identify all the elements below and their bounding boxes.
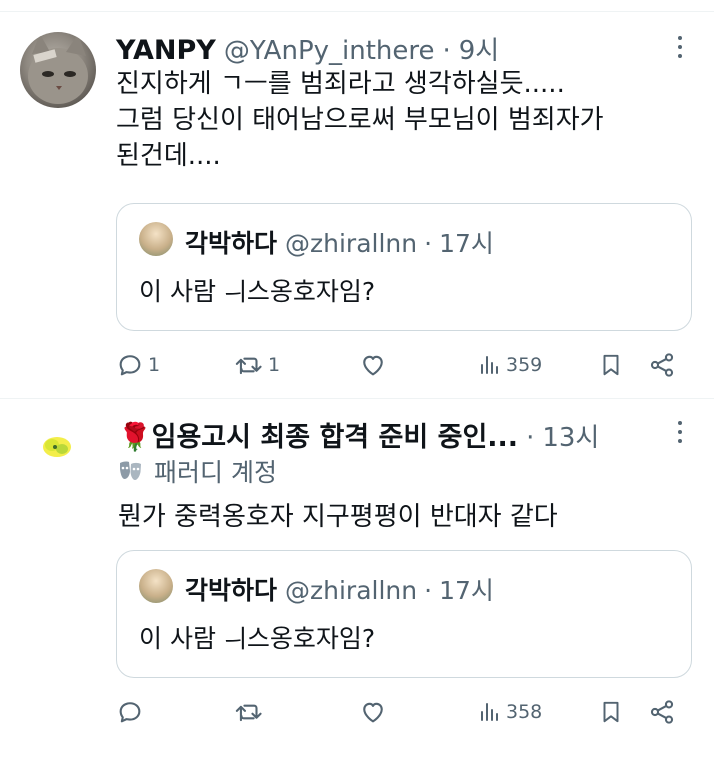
- quoted-author-name: 각박하다: [185, 576, 278, 605]
- tweet-header: YANPY @YAnPy_inthere · 9시: [116, 30, 499, 67]
- tweet-text-line: 된건데....: [116, 141, 221, 171]
- tweet-text-line: 뭔가 중력옹호자 지구평평이 반대자 같다: [118, 502, 558, 532]
- author-name[interactable]: YANPY: [116, 35, 216, 66]
- bookmark-icon: [603, 701, 619, 723]
- reply-button[interactable]: [116, 695, 148, 729]
- quoted-text: 이 사람 ㅢ스옹호자임?: [139, 624, 376, 653]
- parody-mask-icon: [120, 461, 141, 480]
- quoted-timestamp: 17시: [439, 576, 494, 605]
- repost-button[interactable]: [234, 695, 268, 729]
- quoted-timestamp: 17시: [439, 229, 494, 258]
- repost-button[interactable]: 1: [234, 348, 280, 382]
- quoted-tweet[interactable]: 각박하다 @zhirallnn · 17시 이 사람 ㅢ스옹호자임?: [116, 203, 692, 331]
- repost-icon: [235, 357, 262, 375]
- tweet[interactable]: YANPY @YAnPy_inthere · 9시 진지하게 ㄱㅡ를 범죄라고 …: [0, 14, 714, 398]
- bookmark-button[interactable]: [598, 695, 624, 729]
- views-icon: [481, 356, 498, 374]
- tweet-text-line: 진지하게 ㄱㅡ를 범죄라고 생각하실듯.....: [116, 69, 565, 99]
- separator-dot: ·: [442, 36, 451, 66]
- repost-count: 1: [268, 354, 281, 376]
- timestamp[interactable]: 9시: [459, 30, 499, 67]
- heart-icon: [363, 702, 383, 723]
- quoted-author-handle: @zhirallnn: [285, 229, 418, 258]
- author-name[interactable]: 🌹임용고시 최종 합격 준비 중인...: [118, 415, 518, 454]
- tweet[interactable]: 🌹임용고시 최종 합격 준비 중인... · 13시 패러디 계정 뭔가 중력옹…: [0, 399, 714, 761]
- like-button[interactable]: [359, 695, 391, 729]
- quoted-author-handle: @zhirallnn: [285, 576, 418, 605]
- quoted-avatar: [139, 222, 173, 256]
- parody-label: 패러디 계정: [118, 453, 277, 489]
- tweet-text: 진지하게 ㄱㅡ를 범죄라고 생각하실듯..... 그럼 당신이 태어남으로써 부…: [116, 66, 604, 174]
- heart-icon: [363, 355, 383, 376]
- top-divider: [0, 0, 714, 12]
- quoted-header: 각박하다 @zhirallnn · 17시: [185, 224, 494, 260]
- more-options-icon[interactable]: [676, 36, 684, 62]
- tweet-text-line: 그럼 당신이 태어남으로써 부모님이 범죄자가: [116, 105, 604, 135]
- separator-dot: ·: [424, 576, 433, 605]
- bookmark-button[interactable]: [598, 348, 624, 382]
- action-bar: 1 1 359: [116, 348, 696, 382]
- quoted-avatar: [139, 569, 173, 603]
- share-button[interactable]: [648, 695, 676, 729]
- share-icon: [650, 700, 674, 724]
- quoted-header: 각박하다 @zhirallnn · 17시: [185, 571, 494, 607]
- reply-button[interactable]: 1: [116, 348, 160, 382]
- avatar[interactable]: [40, 435, 74, 459]
- bookmark-icon: [603, 354, 619, 376]
- views-icon: [481, 703, 498, 721]
- share-icon: [650, 353, 674, 377]
- reply-count: 1: [148, 354, 161, 376]
- repost-icon: [235, 704, 262, 722]
- quoted-text: 이 사람 ㅢ스옹호자임?: [139, 277, 376, 306]
- author-handle[interactable]: @YAnPy_inthere: [224, 36, 435, 66]
- timestamp[interactable]: 13시: [542, 417, 599, 454]
- quoted-author-name: 각박하다: [185, 229, 278, 258]
- quoted-tweet[interactable]: 각박하다 @zhirallnn · 17시 이 사람 ㅢ스옹호자임?: [116, 550, 692, 678]
- views-count: 359: [506, 354, 543, 376]
- avatar[interactable]: [20, 32, 96, 108]
- reply-icon: [119, 355, 141, 376]
- separator-dot: ·: [526, 423, 535, 453]
- tweet-header: 🌹임용고시 최종 합격 준비 중인... · 13시: [118, 415, 599, 454]
- parody-label-text: 패러디 계정: [154, 458, 277, 487]
- tweet-text: 뭔가 중력옹호자 지구평평이 반대자 같다: [118, 499, 558, 535]
- views-button[interactable]: 358: [478, 695, 542, 729]
- more-options-icon[interactable]: [676, 421, 684, 447]
- like-button[interactable]: [359, 348, 391, 382]
- share-button[interactable]: [648, 348, 676, 382]
- views-button[interactable]: 359: [478, 348, 542, 382]
- reply-icon: [119, 702, 141, 723]
- action-bar: 358: [116, 695, 696, 729]
- views-count: 358: [506, 701, 543, 723]
- separator-dot: ·: [424, 229, 433, 258]
